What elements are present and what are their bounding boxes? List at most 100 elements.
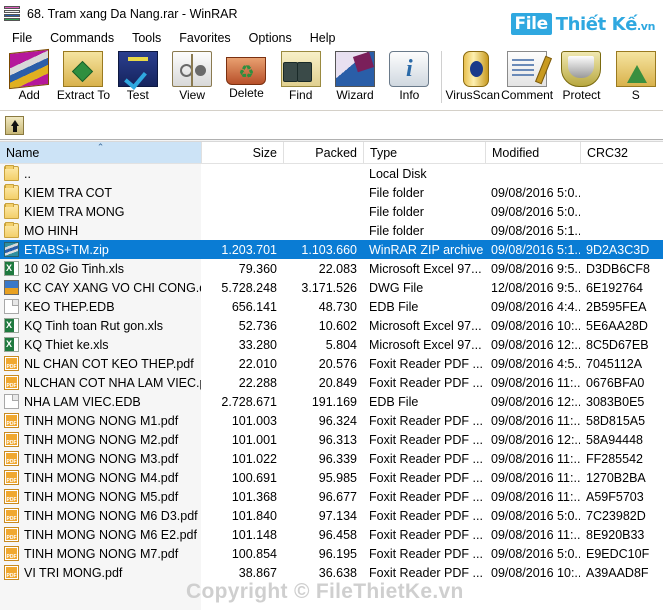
file-packed-size: 36.638 [318, 565, 357, 580]
file-row[interactable]: TINH MONG NONG M4.pdf 100.691 95.985 Foxit … [0, 468, 663, 487]
file-crc32: 5E6AA28D [586, 318, 648, 333]
menu-item-tools[interactable]: Tools [123, 29, 170, 47]
file-modified: 09/08/2016 11:... [491, 527, 580, 542]
column-header-crc32[interactable]: CRC32 [580, 142, 663, 163]
toolbar-button-find[interactable]: Find [274, 49, 328, 109]
toolbar-label-virusscan: VirusScan [445, 88, 500, 102]
file-modified: 09/08/2016 11:... [491, 489, 580, 504]
file-row[interactable]: TINH MONG NONG M6 E2.pdf 101.148 96.458 Fox… [0, 525, 663, 544]
file-name: VI TRI MONG.pdf [24, 565, 123, 580]
column-label-modified: Modified [492, 145, 540, 160]
file-type: Foxit Reader PDF ... [369, 546, 483, 561]
file-row[interactable]: TINH MONG NONG M2.pdf 101.001 96.313 Foxit … [0, 430, 663, 449]
file-row-name-cell: ETABS+TM.zip [0, 240, 201, 259]
menu-item-help[interactable]: Help [301, 29, 345, 47]
file-crc32: 6E192764 [586, 280, 644, 295]
toolbar-button-view[interactable]: View [165, 49, 219, 109]
file-name: NHA LAM VIEC.EDB [24, 394, 141, 409]
view-file-icon [172, 51, 213, 87]
file-crc32: 58A94448 [586, 432, 644, 447]
file-row[interactable]: .. Local Disk [0, 164, 663, 183]
file-row-name-cell: NL CHAN COT KEO THEP.pdf [0, 354, 201, 373]
file-name: TINH MONG NONG M6 D3.pdf [24, 508, 198, 523]
toolbar-button-wizard[interactable]: Wizard [328, 49, 382, 109]
toolbar-button-comment[interactable]: Comment [500, 49, 554, 109]
file-type: File folder [369, 223, 424, 238]
toolbar-button-protect[interactable]: Protect [554, 49, 608, 109]
toolbar-label-view: View [179, 88, 205, 102]
toolbar-button-delete[interactable]: Delete [219, 49, 273, 109]
menu-item-file[interactable]: File [3, 29, 41, 47]
file-size: 101.022 [231, 451, 277, 466]
file-row[interactable]: 10 02 Gio Tinh.xls 79.360 22.083 Microsoft … [0, 259, 663, 278]
file-name: KC CAY XANG VO CHI CONG.dwg [24, 280, 201, 295]
file-list[interactable]: .. Local Disk KIEM TRA COT File folder 09/08… [0, 164, 663, 610]
menu-item-commands[interactable]: Commands [41, 29, 123, 47]
edb-icon [4, 394, 19, 409]
file-row[interactable]: KQ Thiet ke.xls 33.280 5.804 Microsoft Exce… [0, 335, 663, 354]
toolbar-button-add[interactable]: Add [2, 48, 56, 109]
main-toolbar: Add Extract To Test View Delete Find Wiz… [0, 48, 663, 111]
file-row[interactable]: NLCHAN COT NHA LAM VIEC.pdf 22.288 20.849 F… [0, 373, 663, 392]
file-row[interactable]: ETABS+TM.zip 1.203.701 1.103.660 WinRAR ZIP… [0, 240, 663, 259]
file-row-name-cell: TINH MONG NONG M4.pdf [0, 468, 201, 487]
file-row[interactable]: TINH MONG NONG M3.pdf 101.022 96.339 Foxit … [0, 449, 663, 468]
winrar-books-icon [4, 5, 22, 22]
column-header-type[interactable]: Type [363, 142, 485, 163]
file-type: Foxit Reader PDF ... [369, 432, 483, 447]
window-title: 68. Tram xang Da Nang.rar - WinRAR [27, 6, 238, 21]
file-crc32: 3083B0E5 [586, 394, 645, 409]
menu-item-favorites[interactable]: Favorites [170, 29, 239, 47]
pdf-icon [4, 489, 19, 504]
file-packed-size: 96.324 [318, 413, 357, 428]
file-row[interactable]: MO HINH File folder 09/08/2016 5:1... [0, 221, 663, 240]
zip-icon [4, 242, 19, 257]
file-packed-size: 3.171.526 [301, 280, 357, 295]
file-type: Foxit Reader PDF ... [369, 470, 483, 485]
toolbar-button-test[interactable]: Test [111, 49, 165, 109]
file-row[interactable]: KQ Tinh toan Rut gon.xls 52.736 10.602 Micr… [0, 316, 663, 335]
file-row[interactable]: NL CHAN COT KEO THEP.pdf 22.010 20.576 Foxi… [0, 354, 663, 373]
column-header-name[interactable]: Name ⌃ [0, 142, 201, 163]
xls-icon [4, 337, 19, 352]
sort-ascending-icon: ⌃ [96, 142, 105, 152]
file-row[interactable]: TINH MONG NONG M1.pdf 101.003 96.324 Foxit … [0, 411, 663, 430]
file-row[interactable]: NHA LAM VIEC.EDB 2.728.671 191.169 EDB File… [0, 392, 663, 411]
file-row[interactable]: TINH MONG NONG M5.pdf 101.368 96.677 Foxit … [0, 487, 663, 506]
file-row[interactable]: TINH MONG NONG M7.pdf 100.854 96.195 Foxit … [0, 544, 663, 563]
file-row[interactable]: KEO THEP.EDB 656.141 48.730 EDB File 09/08/2… [0, 297, 663, 316]
file-size: 656.141 [231, 299, 277, 314]
toolbar-button-extract-to[interactable]: Extract To [56, 49, 110, 109]
menu-item-options[interactable]: Options [240, 29, 301, 47]
file-row[interactable]: KIEM TRA MONG File folder 09/08/2016 5:0..… [0, 202, 663, 221]
file-crc32: 58D815A5 [586, 413, 646, 428]
file-size: 5.728.248 [221, 280, 277, 295]
logo-thietke-text: Thiết Kế [555, 13, 638, 35]
column-header-packed[interactable]: Packed [283, 142, 363, 163]
file-row-name-cell: TINH MONG NONG M5.pdf [0, 487, 201, 506]
file-row[interactable]: TINH MONG NONG M6 D3.pdf 101.840 97.134 Fox… [0, 506, 663, 525]
toolbar-button-virusscan[interactable]: VirusScan [446, 49, 500, 109]
folder-icon [4, 203, 19, 219]
file-size: 101.840 [231, 508, 277, 523]
file-row[interactable]: KIEM TRA COT File folder 09/08/2016 5:0... [0, 183, 663, 202]
archive-path-input[interactable] [28, 115, 657, 135]
file-row-name-cell: TINH MONG NONG M3.pdf [0, 449, 201, 468]
file-size: 22.010 [238, 356, 277, 371]
file-row-name-cell: 10 02 Gio Tinh.xls [0, 259, 201, 278]
file-size: 52.736 [238, 318, 277, 333]
file-packed-size: 96.313 [318, 432, 357, 447]
file-modified: 09/08/2016 10:... [491, 565, 580, 580]
file-size: 2.728.671 [221, 394, 277, 409]
up-one-level-icon[interactable] [5, 115, 24, 135]
file-modified: 09/08/2016 5:0... [491, 204, 580, 219]
column-header-modified[interactable]: Modified [485, 142, 580, 163]
column-header-size[interactable]: Size [201, 142, 283, 163]
toolbar-button-info[interactable]: Info [382, 49, 436, 109]
file-row[interactable]: VI TRI MONG.pdf 38.867 36.638 Foxit Reader … [0, 563, 663, 582]
file-row[interactable]: KC CAY XANG VO CHI CONG.dwg 5.728.248 3.17… [0, 278, 663, 297]
toolbar-button-sfx[interactable]: S [609, 49, 663, 109]
file-row-name-cell: TINH MONG NONG M6 D3.pdf [0, 506, 201, 525]
file-name: TINH MONG NONG M4.pdf [24, 470, 179, 485]
pdf-icon [4, 375, 19, 390]
